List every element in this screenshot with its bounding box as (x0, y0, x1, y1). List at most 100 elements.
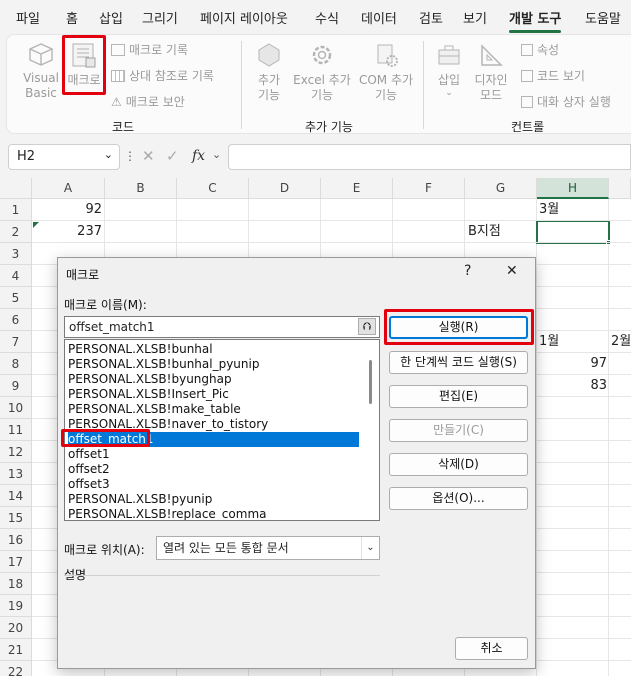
record-macro-button[interactable]: 매크로 기록 (111, 41, 188, 58)
row-header-18[interactable]: 18 (0, 573, 32, 595)
macro-list-item[interactable]: PERSONAL.XLSB!replace_comma (68, 507, 359, 520)
macro-location-select[interactable]: 열려 있는 모든 통합 문서 ⌄ (156, 536, 380, 560)
tab-developer[interactable]: 개발 도구 (509, 8, 562, 33)
enter-icon[interactable]: ✓ (166, 147, 179, 165)
macro-list-item[interactable]: offset1 (68, 447, 359, 462)
tab-help[interactable]: 도움말 (585, 8, 621, 27)
name-box[interactable]: H2 ⌄ (8, 144, 120, 170)
row-header-14[interactable]: 14 (0, 485, 32, 507)
chevron-down-icon[interactable]: ⌄ (361, 537, 379, 559)
row-header-4[interactable]: 4 (0, 265, 32, 287)
macro-list-item[interactable]: PERSONAL.XLSB!byunghap (68, 372, 359, 387)
row-header-5[interactable]: 5 (0, 287, 32, 309)
step-into-button[interactable]: 한 단계씩 코드 실행(S) (389, 351, 528, 374)
help-icon[interactable]: ? (464, 263, 471, 279)
col-header-e[interactable]: E (321, 178, 393, 199)
col-header-c[interactable]: C (177, 178, 249, 199)
row-header-22[interactable]: 22 (0, 661, 32, 676)
tab-formulas[interactable]: 수식 (315, 8, 339, 27)
row-header-11[interactable]: 11 (0, 419, 32, 441)
row-header-17[interactable]: 17 (0, 551, 32, 573)
run-dialog-button[interactable]: 대화 상자 실행 (521, 93, 611, 110)
macro-list-item[interactable]: PERSONAL.XLSB!bunhal_pyunip (68, 357, 359, 372)
more-options-icon[interactable]: ⋮ (124, 149, 136, 163)
macro-list-item[interactable]: PERSONAL.XLSB!pyunip (68, 492, 359, 507)
macro-list-item[interactable]: offset3 (68, 477, 359, 492)
chevron-down-icon[interactable]: ⌄ (104, 148, 113, 161)
macro-list-item[interactable]: PERSONAL.XLSB!make_table (68, 402, 359, 417)
tab-home[interactable]: 홈 (66, 8, 78, 27)
col-header-i[interactable] (609, 178, 631, 199)
macro-name-input[interactable]: offset_match1 (64, 316, 380, 338)
insert-control-label: 삽입 (437, 73, 461, 87)
cell-a2[interactable]: 237 (32, 221, 102, 243)
row-header-19[interactable]: 19 (0, 595, 32, 617)
visual-basic-button[interactable]: Visual Basic (15, 41, 67, 101)
row-header-3[interactable]: 3 (0, 243, 32, 265)
tab-data[interactable]: 데이터 (361, 8, 397, 27)
chevron-down-icon[interactable]: ⌄ (212, 148, 221, 161)
cell-h1[interactable]: 3월 (539, 199, 607, 221)
row-header-21[interactable]: 21 (0, 639, 32, 661)
arrow-up-icon[interactable]: ⮉ (358, 318, 376, 335)
col-header-f[interactable]: F (393, 178, 465, 199)
ribbon: Visual Basic 매크로 매크로 기록 상대 참조로 기록 ⚠ 매크로 보… (6, 34, 631, 134)
edit-button[interactable]: 편집(E) (389, 385, 528, 408)
col-header-b[interactable]: B (105, 178, 177, 199)
col-header-d[interactable]: D (249, 178, 321, 199)
select-all-corner[interactable] (0, 178, 32, 199)
macro-list-item[interactable]: offset2 (68, 462, 359, 477)
row-header-8[interactable]: 8 (0, 353, 32, 375)
macro-list-item[interactable]: PERSONAL.XLSB!Insert_Pic (68, 387, 359, 402)
macro-list-item[interactable]: PERSONAL.XLSB!bunhal (68, 342, 359, 357)
row-header-6[interactable]: 6 (0, 309, 32, 331)
create-button[interactable]: 만들기(C) (389, 419, 528, 442)
cell-i7[interactable]: 2월 (611, 331, 631, 353)
view-code-button[interactable]: 코드 보기 (521, 67, 585, 84)
insert-function-icon[interactable]: fx (192, 148, 205, 164)
cell-a1[interactable]: 92 (32, 199, 102, 221)
design-mode-button[interactable]: 디자인 모드 (471, 41, 511, 103)
tab-page-layout[interactable]: 페이지 레이아웃 (200, 8, 288, 27)
tab-insert[interactable]: 삽입 (99, 8, 123, 27)
tab-draw[interactable]: 그리기 (142, 8, 178, 27)
cell-h8[interactable]: 97 (537, 353, 607, 375)
active-cell-h2[interactable] (536, 220, 610, 244)
row-header-10[interactable]: 10 (0, 397, 32, 419)
cell-h9[interactable]: 83 (537, 375, 607, 397)
close-icon[interactable]: ✕ (506, 263, 518, 279)
excel-addins-button[interactable]: Excel 추가 기능 (291, 41, 353, 103)
cancel-button[interactable]: 취소 (455, 637, 528, 660)
col-header-g[interactable]: G (465, 178, 537, 199)
row-header-7[interactable]: 7 (0, 331, 32, 353)
com-addins-button[interactable]: COM 추가 기능 (355, 41, 417, 103)
row-header-20[interactable]: 20 (0, 617, 32, 639)
properties-button[interactable]: 속성 (521, 41, 559, 58)
col-header-h[interactable]: H (537, 178, 609, 199)
row-header-16[interactable]: 16 (0, 529, 32, 551)
delete-button[interactable]: 삭제(D) (389, 453, 528, 476)
list-scrollbar[interactable] (363, 340, 379, 520)
row-header-15[interactable]: 15 (0, 507, 32, 529)
cell-h7[interactable]: 1월 (539, 331, 607, 353)
col-header-a[interactable]: A (32, 178, 105, 199)
row-header-2[interactable]: 2 (0, 221, 32, 243)
relative-reference-button[interactable]: 상대 참조로 기록 (111, 67, 214, 84)
cell-g2[interactable]: B지점 (468, 221, 536, 243)
row-header-13[interactable]: 13 (0, 463, 32, 485)
row-header-9[interactable]: 9 (0, 375, 32, 397)
cancel-icon[interactable]: ✕ (142, 147, 155, 165)
tab-file[interactable]: 파일 (16, 8, 40, 27)
com-addins-icon (377, 44, 398, 67)
scrollbar-thumb[interactable] (369, 360, 372, 404)
options-button[interactable]: 옵션(O)... (389, 487, 528, 510)
row-header-1[interactable]: 1 (0, 199, 32, 221)
tab-view[interactable]: 보기 (463, 8, 487, 27)
row-header-12[interactable]: 12 (0, 441, 32, 463)
formula-input[interactable] (228, 144, 631, 170)
insert-control-button[interactable]: 삽입 ⌄ (431, 41, 467, 98)
tab-review[interactable]: 검토 (419, 8, 443, 27)
addins-icon (258, 43, 280, 67)
addins-button[interactable]: 추가 기능 (251, 41, 287, 103)
macro-security-button[interactable]: ⚠ 매크로 보안 (111, 93, 185, 110)
